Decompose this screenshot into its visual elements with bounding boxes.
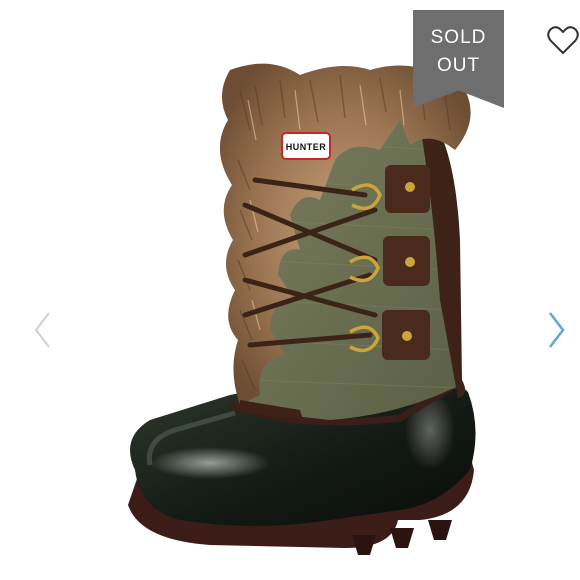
sold-out-line-1: SOLD [430, 27, 487, 48]
brand-label: HUNTER [286, 142, 327, 152]
next-image-button[interactable] [547, 310, 567, 350]
sold-out-line-2: OUT [436, 55, 481, 76]
like-button[interactable] [545, 22, 580, 58]
chevron-right-icon [549, 312, 565, 348]
chevron-left-icon [34, 312, 50, 348]
listing-image-carousel[interactable]: HUNTER SOLD OUT [0, 0, 580, 580]
previous-image-button[interactable] [33, 310, 53, 350]
heart-outline-icon [547, 26, 579, 55]
